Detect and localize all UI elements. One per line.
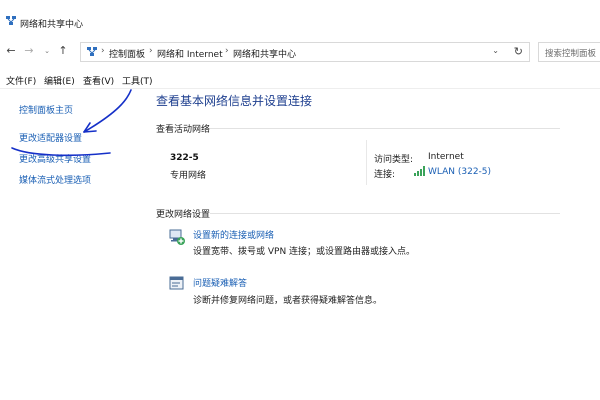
menu-edit[interactable]: 编辑(E) [44, 74, 75, 87]
breadcrumb-network-sharing[interactable]: 网络和共享中心 [233, 47, 296, 60]
refresh-icon[interactable]: ↻ [514, 45, 523, 58]
sidebar-item-advanced-sharing[interactable]: 更改高级共享设置 [19, 152, 91, 165]
address-row: ← → ⌄ ↑ › 控制面板 › 网络和 Internet › 网络和共享中心 … [0, 40, 600, 64]
network-center-icon [6, 16, 16, 25]
address-bar[interactable]: › 控制面板 › 网络和 Internet › 网络和共享中心 ⌄ ↻ [80, 42, 530, 62]
network-center-icon [87, 47, 97, 56]
vertical-divider [366, 140, 367, 185]
connection-link[interactable]: WLAN (322-5) [428, 167, 491, 177]
search-placeholder: 搜索控制面板 [545, 49, 597, 59]
chevron-right-icon: › [101, 46, 105, 56]
menu-tools[interactable]: 工具(T) [122, 74, 153, 87]
search-input[interactable]: 搜索控制面板 [538, 42, 600, 62]
recent-dropdown-icon[interactable]: ⌄ [40, 44, 54, 58]
breadcrumb-control-panel[interactable]: 控制面板 [109, 47, 145, 60]
network-name: 322-5 [170, 153, 199, 163]
setup-new-connection-link[interactable]: 设置新的连接或网络 [193, 228, 274, 241]
access-type-value: Internet [428, 152, 464, 162]
change-settings-label: 更改网络设置 [156, 210, 211, 220]
active-networks-label: 查看活动网络 [156, 125, 211, 135]
chevron-right-icon: › [149, 46, 153, 56]
sidebar-item-change-adapter[interactable]: 更改适配器设置 [19, 131, 82, 144]
wifi-signal-icon [414, 166, 425, 176]
access-type-label: 访问类型: [374, 155, 414, 165]
breadcrumb-network-internet[interactable]: 网络和 Internet [157, 47, 223, 60]
menu-file[interactable]: 文件(F) [6, 74, 36, 87]
troubleshoot-desc: 诊断并修复网络问题，或者获得疑难解答信息。 [193, 296, 383, 306]
troubleshoot-icon [169, 276, 184, 290]
sidebar-item-control-panel-home[interactable]: 控制面板主页 [19, 103, 73, 116]
section-divider [210, 128, 560, 129]
network-type: 专用网络 [170, 171, 207, 181]
up-arrow-icon[interactable]: ↑ [56, 44, 70, 58]
page-title: 查看基本网络信息并设置连接 [156, 94, 313, 108]
menu-view[interactable]: 查看(V) [83, 74, 114, 87]
section-divider [210, 213, 560, 214]
chevron-right-icon: › [225, 46, 229, 56]
setup-new-connection-desc: 设置宽带、拨号或 VPN 连接；或设置路由器或接入点。 [193, 247, 416, 257]
back-arrow-icon[interactable]: ← [4, 44, 18, 58]
new-connection-icon [169, 229, 185, 245]
sidebar-item-media-streaming[interactable]: 媒体流式处理选项 [19, 173, 91, 186]
window-title: 网络和共享中心 [20, 20, 84, 30]
address-dropdown-icon[interactable]: ⌄ [492, 46, 499, 55]
menu-bar: 文件(F) 编辑(E) 查看(V) 工具(T) [0, 70, 600, 89]
title-bar: 网络和共享中心 [0, 0, 600, 44]
forward-arrow-icon[interactable]: → [22, 44, 36, 58]
troubleshoot-link[interactable]: 问题疑难解答 [193, 276, 247, 289]
connection-label: 连接: [374, 170, 396, 180]
